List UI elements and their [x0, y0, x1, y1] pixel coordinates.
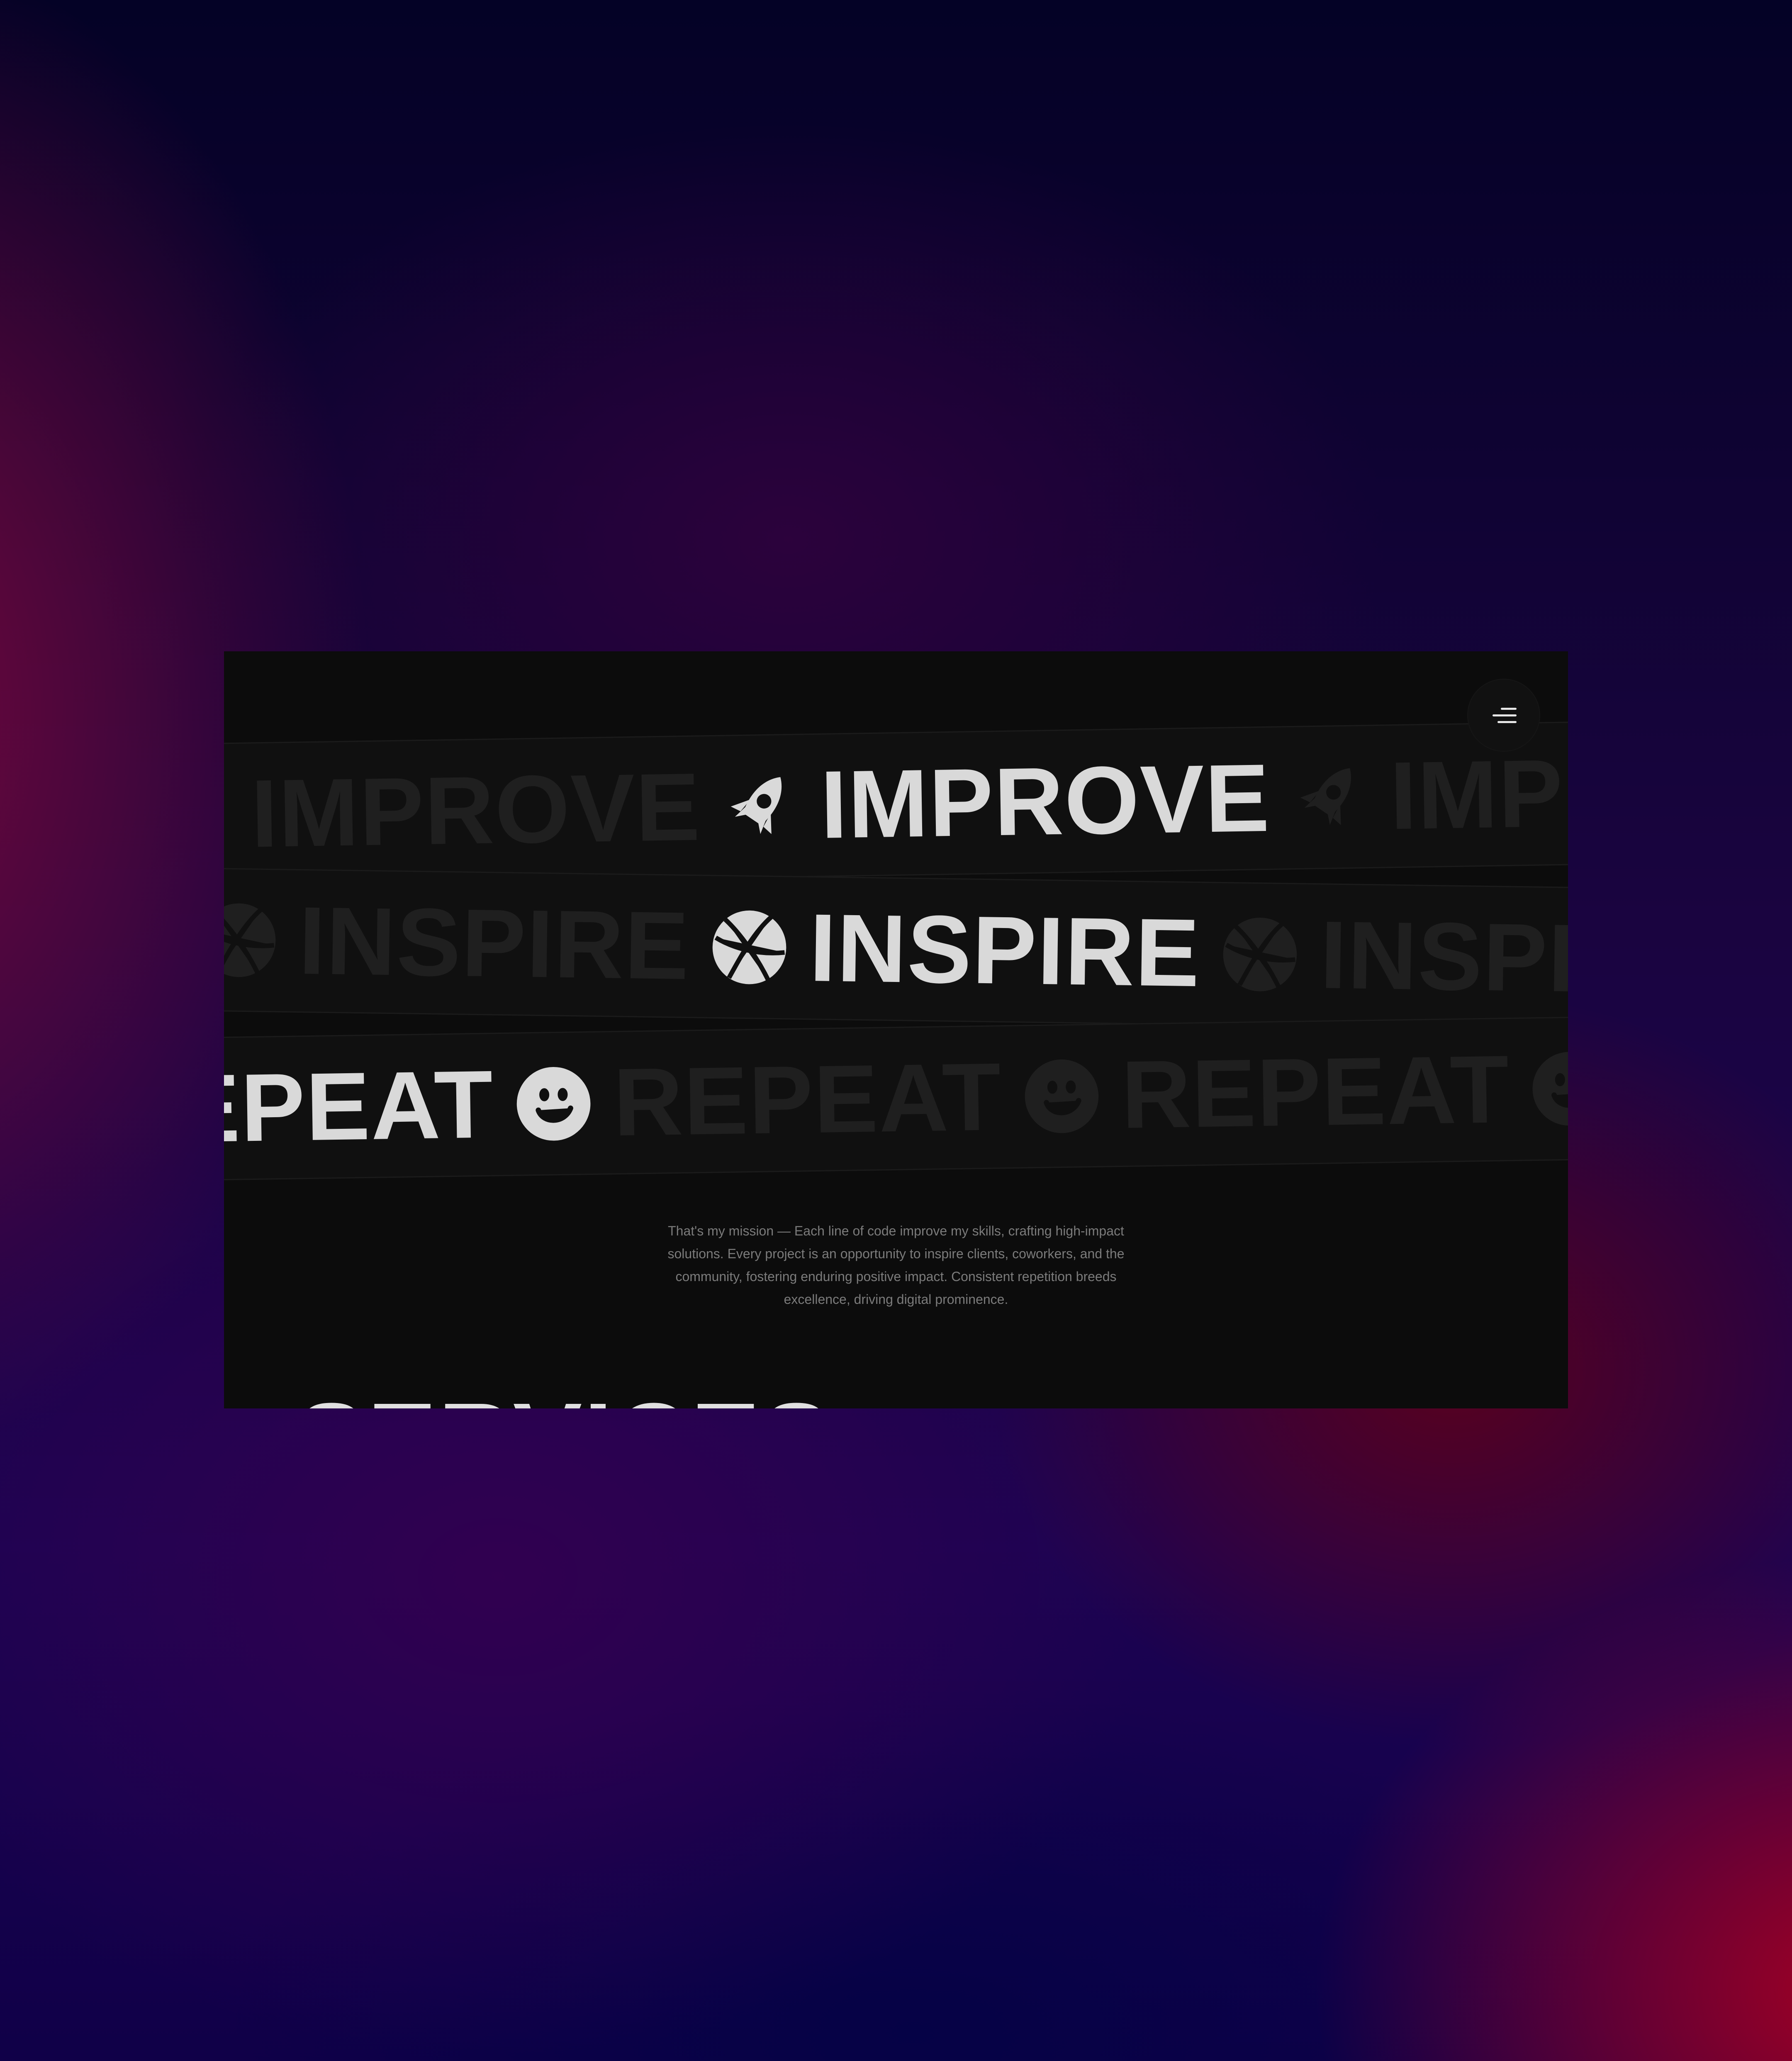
ribbon-item: INSPIRE	[1218, 901, 1568, 1014]
ribbon-word: IMPROVE	[1389, 735, 1568, 850]
ribbon-item: IMPROVE	[224, 753, 720, 868]
ribbon-word: INSPIRE	[1319, 901, 1568, 1014]
ribbon-track: REPEATREPEATREPEATREPEAT	[224, 1015, 1568, 1181]
ribbon-improve: IMPROVE IMPROVE IMPROVE	[224, 720, 1568, 888]
rocket-icon	[722, 767, 800, 845]
ribbon-item: REPEAT	[224, 1050, 596, 1164]
ribbon-word: REPEAT	[224, 1050, 494, 1164]
dribbble-ball-icon	[1221, 915, 1299, 993]
ribbon-word: REPEAT	[612, 1043, 1003, 1157]
mission-text: That's my mission — Each line of code im…	[667, 1223, 1125, 1307]
smiley-icon	[515, 1065, 593, 1143]
menu-button[interactable]	[1468, 680, 1539, 751]
hamburger-menu-icon-line	[1493, 714, 1517, 716]
rocket-icon	[1291, 758, 1369, 836]
ribbon-word: IMPROVE	[250, 753, 702, 868]
ribbon-repeat: REPEATREPEATREPEATREPEAT	[224, 1015, 1568, 1182]
ribbon-track: IMPROVE IMPROVE IMPROVE	[224, 720, 1568, 887]
ribbon-word: IMPROVE	[819, 744, 1271, 859]
hamburger-menu-icon	[1501, 708, 1517, 710]
rocket-icon	[224, 776, 230, 854]
smiley-icon	[1531, 1050, 1568, 1128]
ribbon-word: INSPIRE	[808, 894, 1201, 1007]
ribbon-item: IMPROVE	[718, 744, 1289, 859]
ribbon-item: REPEAT	[594, 1043, 1104, 1157]
services-heading: SERVICES	[297, 1388, 833, 1409]
ribbon-word: REPEAT	[1120, 1035, 1511, 1149]
ribbon-item: INSPIRE	[224, 887, 709, 1000]
dribbble-ball-icon	[224, 901, 278, 979]
ribbon-inspire: INSPIREINSPIREINSPIREINSPIRE	[224, 866, 1568, 1032]
ribbon-item: REPEAT	[1103, 1035, 1568, 1149]
ribbon-item: INSPIRE	[707, 894, 1219, 1007]
website-viewport: IMPROVE IMPROVE IMPROVE INSPIRE INSPIRE INSP…	[224, 651, 1568, 1408]
hamburger-menu-icon-line	[1497, 721, 1517, 723]
smiley-icon	[1023, 1057, 1101, 1135]
dribbble-ball-icon	[711, 908, 789, 986]
ribbon-word: INSPIRE	[298, 887, 691, 1000]
ribbon-track: INSPIREINSPIREINSPIREINSPIRE	[224, 869, 1568, 1032]
ribbon-item: IMPROVE	[1288, 735, 1568, 850]
